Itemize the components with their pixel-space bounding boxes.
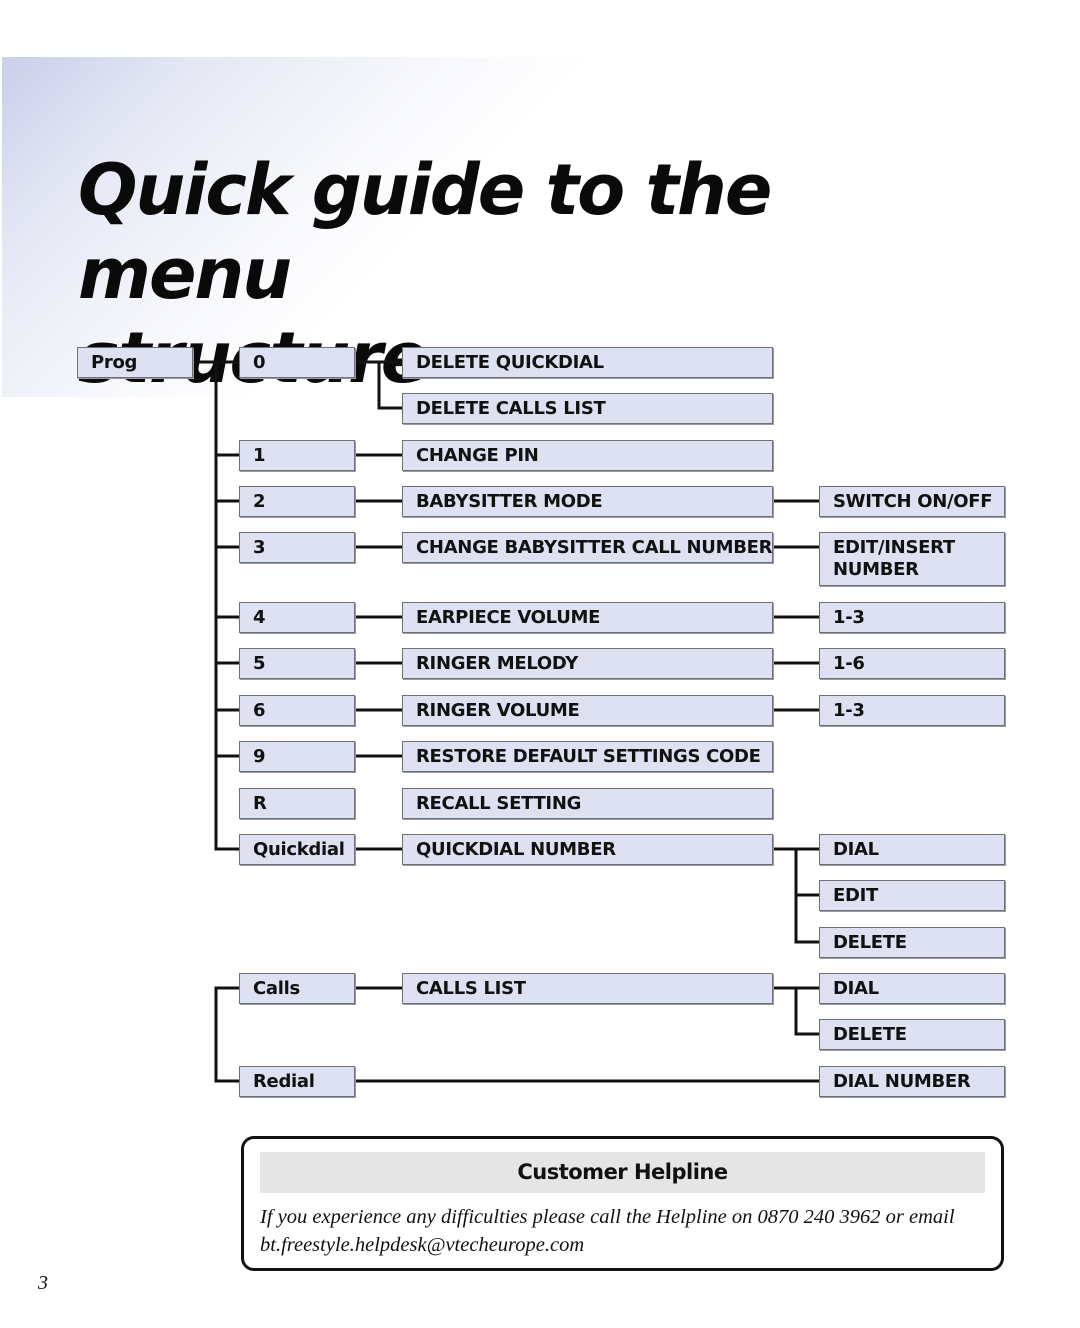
menu-box-key-2: 2 — [239, 486, 355, 517]
menu-box-edit-insert-number: EDIT/INSERT NUMBER — [819, 532, 1005, 586]
helpline-text: If you experience any difficulties pleas… — [260, 1206, 955, 1256]
menu-box-recall-setting: RECALL SETTING — [402, 788, 773, 819]
menu-box-melody-range: 1-6 — [819, 648, 1005, 679]
menu-box-ringer-volume-range: 1-3 — [819, 695, 1005, 726]
menu-box-calls-delete: DELETE — [819, 1019, 1005, 1050]
menu-box-quickdial-edit: EDIT — [819, 880, 1005, 911]
menu-box-key-3: 3 — [239, 532, 355, 563]
menu-box-change-babysitter-call-number: CHANGE BABYSITTER CALL NUMBER — [402, 532, 773, 563]
menu-box-calls-dial: DIAL — [819, 973, 1005, 1004]
menu-box-dial-number: DIAL NUMBER — [819, 1066, 1005, 1097]
menu-box-ringer-melody: RINGER MELODY — [402, 648, 773, 679]
menu-box-calls-list: CALLS LIST — [402, 973, 773, 1004]
menu-box-key-1: 1 — [239, 440, 355, 471]
customer-helpline-box: Customer Helpline If you experience any … — [241, 1136, 1004, 1271]
menu-box-delete-quickdial: DELETE QUICKDIAL — [402, 347, 773, 378]
menu-box-key-0: 0 — [239, 347, 355, 378]
menu-box-quickdial-delete: DELETE — [819, 927, 1005, 958]
menu-box-switch-on-off: SWITCH ON/OFF — [819, 486, 1005, 517]
page-number: 3 — [38, 1272, 48, 1294]
menu-box-quickdial: Quickdial — [239, 834, 355, 865]
menu-box-babysitter-mode: BABYSITTER MODE — [402, 486, 773, 517]
menu-box-key-5: 5 — [239, 648, 355, 679]
helpline-heading: Customer Helpline — [260, 1152, 985, 1193]
menu-box-key-r: R — [239, 788, 355, 819]
menu-box-restore-default-settings-code: RESTORE DEFAULT SETTINGS CODE — [402, 741, 773, 772]
menu-box-ringer-volume: RINGER VOLUME — [402, 695, 773, 726]
menu-box-key-6: 6 — [239, 695, 355, 726]
menu-box-earpiece-range: 1-3 — [819, 602, 1005, 633]
menu-box-prog: Prog — [77, 347, 193, 378]
menu-box-key-9: 9 — [239, 741, 355, 772]
menu-box-earpiece-volume: EARPIECE VOLUME — [402, 602, 773, 633]
menu-box-quickdial-number: QUICKDIAL NUMBER — [402, 834, 773, 865]
menu-box-quickdial-dial: DIAL — [819, 834, 1005, 865]
menu-box-redial: Redial — [239, 1066, 355, 1097]
menu-box-delete-calls-list: DELETE CALLS LIST — [402, 393, 773, 424]
menu-box-change-pin: CHANGE PIN — [402, 440, 773, 471]
menu-box-key-4: 4 — [239, 602, 355, 633]
menu-box-calls: Calls — [239, 973, 355, 1004]
